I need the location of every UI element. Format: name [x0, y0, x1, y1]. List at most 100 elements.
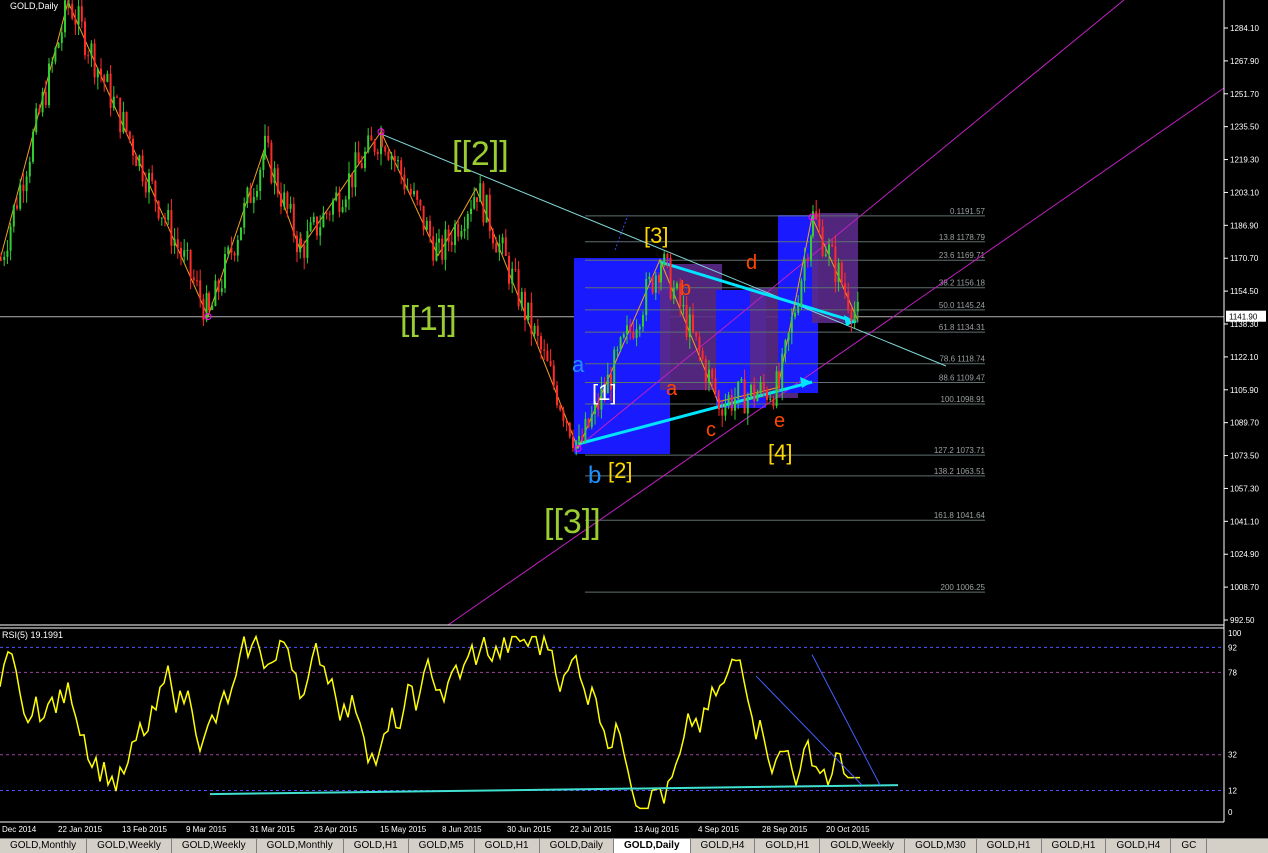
candle-body	[457, 224, 460, 237]
chart-tab[interactable]: GOLD,Weekly	[172, 839, 257, 853]
chart-tab[interactable]: GOLD,Monthly	[0, 839, 88, 853]
candle-body	[750, 384, 752, 397]
chart-tab[interactable]: GOLD,Monthly	[257, 839, 344, 853]
candle	[186, 242, 189, 261]
candle-body	[9, 226, 12, 251]
candle	[322, 206, 325, 228]
candle-body	[338, 192, 341, 212]
candle-body	[850, 309, 853, 322]
candle-body	[233, 252, 236, 256]
wave-label: d	[746, 252, 757, 274]
candle	[384, 144, 387, 156]
chart-tab[interactable]: GOLD,Weekly	[820, 839, 906, 853]
candle-body	[54, 47, 57, 62]
candle-body	[632, 331, 635, 338]
candle	[351, 173, 354, 198]
candle-body	[296, 235, 298, 253]
candle-body	[759, 382, 762, 394]
candle-body	[743, 379, 746, 414]
candle-body	[556, 385, 558, 406]
date-tick-label: 20 Oct 2015	[826, 825, 870, 834]
candle-body	[584, 418, 587, 442]
candle-body	[416, 191, 419, 200]
candle-body	[303, 245, 306, 258]
candle	[164, 212, 166, 227]
date-tick-label: 31 Mar 2015	[250, 825, 295, 834]
candle-body	[406, 188, 409, 190]
candle-body	[660, 264, 662, 283]
candle	[556, 380, 558, 409]
price-tick-label: 1024.90	[1230, 550, 1259, 559]
candle	[530, 292, 533, 346]
candle	[645, 272, 648, 322]
candle-body	[224, 254, 226, 289]
price-tick-label: 1284.10	[1230, 24, 1259, 33]
candle-body	[470, 208, 472, 215]
candle-body	[202, 298, 205, 321]
candle	[746, 392, 749, 425]
chart-tab[interactable]: GOLD,H4	[691, 839, 756, 853]
candle-body	[87, 55, 90, 57]
candle-body	[341, 207, 344, 212]
candle-body	[454, 224, 456, 246]
chart-tab[interactable]: GOLD,Daily	[540, 839, 614, 853]
wave-label: [3]	[644, 223, 668, 248]
candle-body	[367, 135, 370, 152]
rsi-tick-label: 0	[1228, 808, 1233, 817]
price-tick-label: 1008.70	[1230, 583, 1259, 592]
candle-body	[335, 192, 338, 201]
chart-tab[interactable]: GOLD,H1	[475, 839, 540, 853]
candle-body	[629, 325, 632, 332]
chart-tab[interactable]: GOLD,H4	[1106, 839, 1172, 853]
candle-body	[357, 152, 360, 164]
chart-tab[interactable]: GOLD,M5	[409, 839, 475, 853]
candle-body	[432, 236, 435, 261]
rsi-tick-label: 32	[1228, 751, 1237, 760]
rsi-trend-line	[755, 675, 863, 786]
candle	[812, 205, 814, 239]
chart-tab[interactable]: GOLD,H1	[344, 839, 409, 853]
wave-label: e	[774, 410, 785, 432]
chart-tab[interactable]: GOLD,H1	[977, 839, 1042, 853]
candle	[9, 223, 12, 261]
candle-body	[824, 254, 827, 256]
date-tick-label: 4 Sep 2015	[698, 825, 739, 834]
candle-body	[658, 275, 660, 283]
chart-tab[interactable]: GOLD,H1	[1042, 839, 1107, 853]
candle	[435, 233, 438, 262]
candle-body	[183, 250, 186, 257]
chart-tab[interactable]: GOLD,Weekly	[87, 839, 172, 853]
candle	[25, 171, 28, 203]
chart-tab[interactable]: GOLD,M30	[905, 839, 977, 853]
candle	[90, 40, 93, 68]
candle	[498, 234, 501, 261]
candle-body	[199, 280, 202, 299]
candle	[482, 181, 485, 227]
candle-body	[227, 247, 230, 255]
candle-body	[828, 244, 830, 255]
candle	[199, 269, 202, 308]
candle-body	[834, 246, 837, 282]
candle-body	[364, 151, 366, 169]
candle	[233, 250, 236, 262]
chart-tab[interactable]: GC	[1171, 839, 1208, 853]
chart-tab[interactable]: GOLD,Daily	[613, 839, 691, 853]
wave-label: b	[680, 278, 691, 300]
candle	[132, 135, 134, 166]
candle-body	[189, 250, 192, 278]
candle-body	[354, 152, 357, 188]
candle-body	[552, 365, 555, 386]
candle	[32, 128, 34, 164]
candle-body	[413, 191, 415, 195]
chart-canvas[interactable]: 0.1191.5713.8 1178.7923.6 1169.7138.2 11…	[0, 0, 1268, 852]
candle-body	[22, 184, 25, 192]
candle-body	[28, 161, 31, 177]
candle	[296, 230, 298, 263]
candle-body	[429, 220, 431, 237]
candle-body	[682, 304, 685, 307]
chart-tab[interactable]: GOLD,H1	[755, 839, 821, 853]
wave-label: a	[572, 352, 585, 377]
candle-body	[666, 253, 669, 259]
candle-body	[778, 371, 780, 389]
price-tick-label: 1203.10	[1230, 188, 1259, 197]
